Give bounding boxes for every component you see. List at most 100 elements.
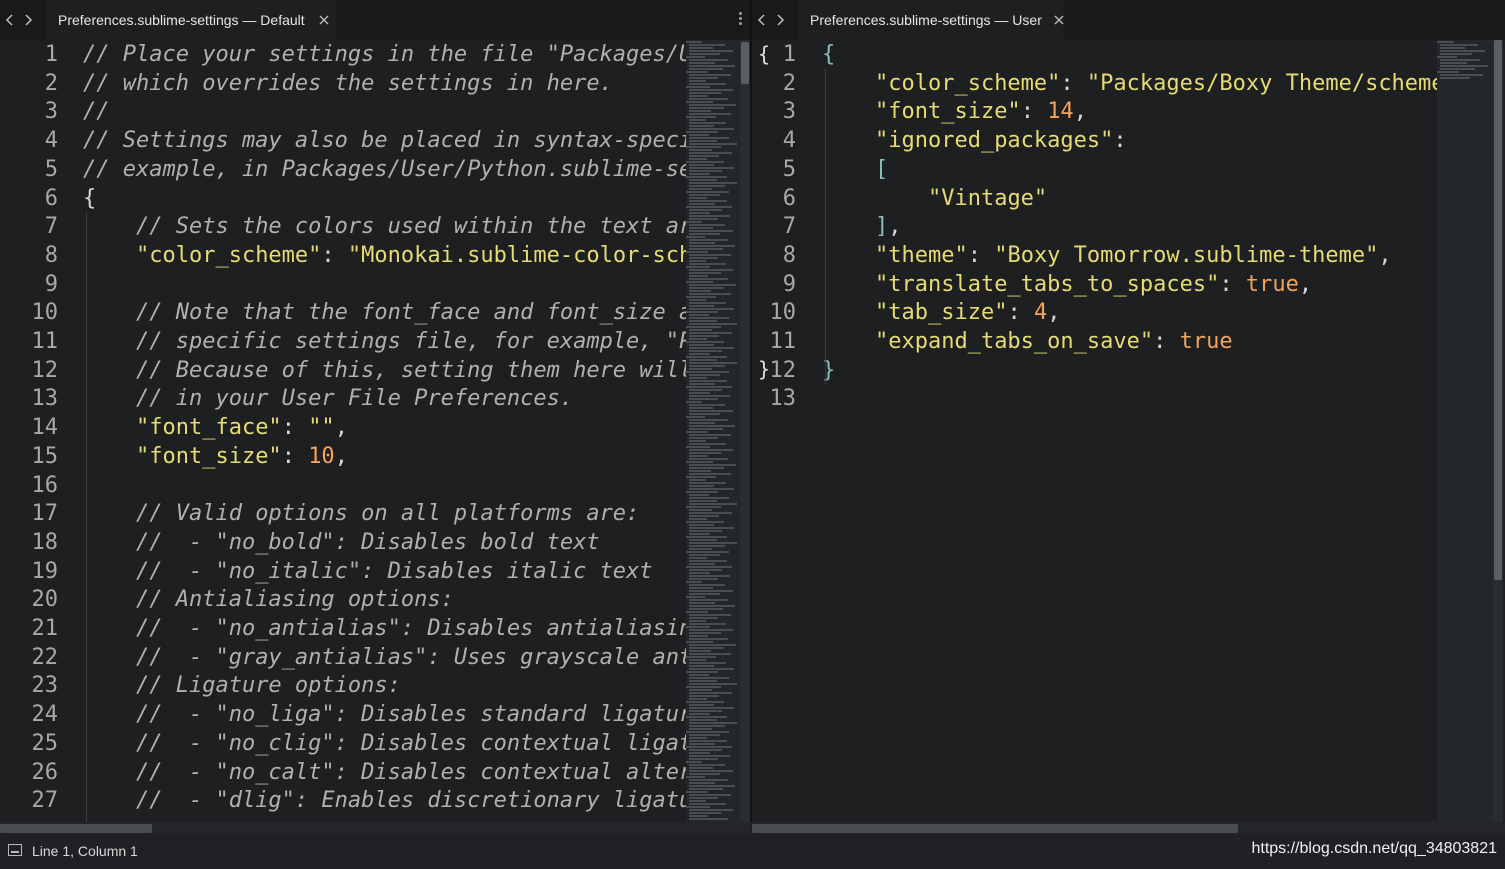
line-text[interactable]: "color_scheme": "Monokai.sublime-color-s… — [58, 241, 686, 270]
code-line[interactable]: 15 "font_size": 10, — [0, 442, 348, 471]
editor-pane-default[interactable]: Preferences.sublime-settings — Default 1… — [0, 0, 750, 822]
code-line[interactable]: 12 // Because of this, setting them here… — [0, 356, 687, 385]
fold-marker-open[interactable]: { — [758, 40, 770, 69]
code-line[interactable]: 27 // - "dlig": Enables discretionary li… — [0, 786, 687, 815]
line-text[interactable]: // - "no_italic": Disables italic text — [58, 557, 653, 586]
code-line[interactable]: 2 // which overrides the settings in here… — [0, 69, 613, 98]
minimap-default[interactable] — [686, 40, 740, 822]
horizontal-scroll-thumb[interactable] — [752, 824, 1238, 833]
tab-user-settings[interactable]: Preferences.sublime-settings — User — [798, 0, 1064, 40]
code-line[interactable]: 17 // Valid options on all platforms are… — [0, 499, 640, 528]
code-line[interactable]: 9 "translate_tabs_to_spaces": true, — [752, 270, 1312, 299]
line-text[interactable]: // specific settings file, for example, … — [58, 327, 686, 356]
line-text[interactable]: // Ligature options: — [58, 671, 401, 700]
line-text[interactable]: // example, in Packages/User/Python.subl… — [58, 155, 686, 184]
code-line[interactable]: 22 // - "gray_antialias": Uses grayscale… — [0, 643, 687, 672]
line-text[interactable]: "tab_size": 4, — [796, 298, 1060, 327]
line-text[interactable] — [58, 270, 83, 299]
line-text[interactable]: // - "dlig": Enables discretionary ligat… — [58, 786, 686, 815]
chevron-left-icon[interactable] — [756, 10, 772, 30]
code-line[interactable]: 23 // Ligature options: — [0, 671, 401, 700]
line-text[interactable]: // Sets the colors used within the text … — [58, 212, 686, 241]
code-area-user[interactable]: 1{2 "color_scheme": "Packages/Boxy Theme… — [752, 40, 1438, 822]
line-text[interactable]: "Vintage" — [796, 184, 1047, 213]
tab-default-settings[interactable]: Preferences.sublime-settings — Default — [46, 0, 336, 40]
line-text[interactable]: } — [796, 356, 835, 385]
panel-toggle-icon[interactable] — [8, 844, 22, 856]
line-text[interactable]: // Because of this, setting them here wi… — [58, 356, 686, 385]
vertical-scrollbar-left[interactable] — [740, 40, 750, 822]
chevron-right-icon[interactable] — [22, 10, 38, 30]
line-text[interactable]: // - "no_liga": Disables standard ligatu… — [58, 700, 686, 729]
code-line[interactable]: 10 "tab_size": 4, — [752, 298, 1061, 327]
line-text[interactable]: // in your User File Preferences. — [58, 384, 573, 413]
code-line[interactable]: 5 // example, in Packages/User/Python.sub… — [0, 155, 686, 184]
line-text[interactable]: // - "no_calt": Disables contextual alte… — [58, 758, 686, 787]
code-line[interactable]: 16 — [0, 471, 83, 500]
horizontal-scrollbar-right[interactable] — [752, 822, 1505, 834]
line-text[interactable]: "font_face": "", — [58, 413, 348, 442]
vertical-scroll-thumb[interactable] — [741, 42, 749, 84]
line-text[interactable]: // Place your settings in the file "Pack… — [58, 40, 686, 69]
line-text[interactable]: // which overrides the settings in here. — [58, 69, 613, 98]
editor-pane-user[interactable]: Preferences.sublime-settings — User 1{2 … — [752, 0, 1505, 822]
code-line[interactable]: 14 "font_face": "", — [0, 413, 348, 442]
code-line[interactable]: 9 — [0, 270, 83, 299]
chevron-right-icon[interactable] — [774, 10, 790, 30]
line-text[interactable]: // - "no_antialias": Disables antialiasi… — [58, 614, 686, 643]
code-line[interactable]: 6 "Vintage" — [752, 184, 1047, 213]
minimap-user[interactable] — [1437, 40, 1493, 822]
fold-marker-close[interactable]: } — [758, 355, 770, 384]
line-text[interactable]: // Valid options on all platforms are: — [58, 499, 639, 528]
code-line[interactable]: 8 "color_scheme": "Monokai.sublime-color… — [0, 241, 686, 270]
code-line[interactable]: 4 // Settings may also be placed in synta… — [0, 126, 686, 155]
line-text[interactable]: // Note that the font_face and font_size… — [58, 298, 686, 327]
code-line[interactable]: 6{ — [0, 184, 97, 213]
code-line[interactable]: 11 // specific settings file, for exampl… — [0, 327, 687, 356]
cursor-position[interactable]: Line 1, Column 1 — [32, 843, 138, 859]
horizontal-scrollbar-left[interactable] — [0, 822, 750, 834]
code-line[interactable]: 21 // - "no_antialias": Disables antiali… — [0, 614, 687, 643]
code-line[interactable]: 10 // Note that the font_face and font_s… — [0, 298, 687, 327]
vertical-scroll-thumb[interactable] — [1494, 40, 1502, 580]
line-text[interactable]: "expand_tabs_on_save": true — [796, 327, 1233, 356]
horizontal-scroll-thumb[interactable] — [0, 824, 152, 833]
line-text[interactable]: ], — [796, 212, 902, 241]
line-text[interactable]: // — [58, 97, 110, 126]
code-line[interactable]: 25 // - "no_clig": Disables contextual l… — [0, 729, 687, 758]
close-icon[interactable] — [1054, 13, 1064, 27]
more-vertical-icon[interactable] — [736, 10, 744, 30]
line-text[interactable]: // - "gray_antialias": Uses grayscale an… — [58, 643, 686, 672]
code-line[interactable]: 8 "theme": "Boxy Tomorrow.sublime-theme"… — [752, 241, 1392, 270]
code-line[interactable]: 1 // Place your settings in the file "Pac… — [0, 40, 686, 69]
line-text[interactable]: { — [58, 184, 96, 213]
code-line[interactable]: 2 "color_scheme": "Packages/Boxy Theme/s… — [752, 69, 1437, 98]
line-text[interactable]: // - "no_clig": Disables contextual liga… — [58, 729, 686, 758]
line-text[interactable]: { — [796, 40, 835, 69]
code-line[interactable]: 3 // — [0, 97, 110, 126]
line-text[interactable]: "theme": "Boxy Tomorrow.sublime-theme", — [796, 241, 1392, 270]
chevron-left-icon[interactable] — [4, 10, 20, 30]
line-text[interactable]: "color_scheme": "Packages/Boxy Theme/sch… — [796, 69, 1437, 98]
code-line[interactable]: 20 // Antialiasing options: — [0, 585, 454, 614]
code-line[interactable]: 4 "ignored_packages": — [752, 126, 1127, 155]
line-text[interactable]: "translate_tabs_to_spaces": true, — [796, 270, 1312, 299]
code-line[interactable]: 19 // - "no_italic": Disables italic tex… — [0, 557, 653, 586]
line-text[interactable] — [796, 384, 822, 413]
code-line[interactable]: 18 // - "no_bold": Disables bold text — [0, 528, 600, 557]
close-icon[interactable] — [317, 13, 331, 27]
code-line[interactable]: 13 — [752, 384, 822, 413]
line-text[interactable]: "ignored_packages": — [796, 126, 1127, 155]
vertical-scrollbar-right[interactable] — [1493, 40, 1503, 822]
line-text[interactable]: // Settings may also be placed in syntax… — [58, 126, 686, 155]
code-line[interactable]: 24 // - "no_liga": Disables standard lig… — [0, 700, 687, 729]
code-line[interactable]: 3 "font_size": 14, — [752, 97, 1087, 126]
code-area-default[interactable]: 1 // Place your settings in the file "Pac… — [0, 40, 686, 822]
line-text[interactable]: [ — [796, 155, 888, 184]
line-text[interactable]: // Antialiasing options: — [58, 585, 454, 614]
line-text[interactable]: "font_size": 14, — [796, 97, 1087, 126]
code-line[interactable]: 7 ], — [752, 212, 902, 241]
line-text[interactable] — [58, 471, 83, 500]
code-line[interactable]: 5 [ — [752, 155, 888, 184]
code-line[interactable]: 7 // Sets the colors used within the tex… — [0, 212, 686, 241]
